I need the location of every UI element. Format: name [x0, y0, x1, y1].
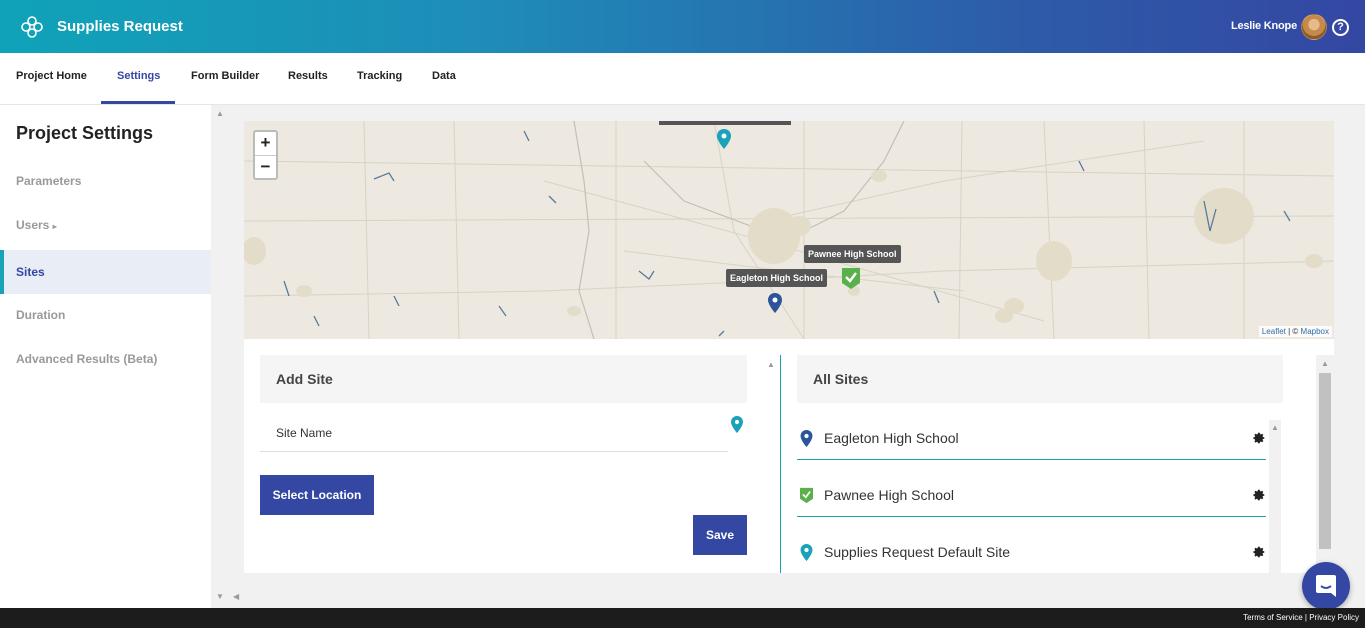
- tab-settings[interactable]: Settings: [117, 53, 160, 105]
- scroll-left-arrow-icon[interactable]: ◀: [233, 592, 239, 601]
- map-pin-icon[interactable]: [731, 416, 743, 433]
- chat-launcher-button[interactable]: [1302, 562, 1350, 610]
- sidebar-item-label: Duration: [16, 308, 66, 322]
- mapbox-link[interactable]: Mapbox: [1301, 327, 1329, 336]
- gear-icon[interactable]: [1252, 488, 1266, 502]
- select-location-button[interactable]: Select Location: [260, 475, 374, 515]
- tab-tracking[interactable]: Tracking: [357, 53, 402, 105]
- user-avatar[interactable]: [1301, 14, 1327, 40]
- add-site-card: Add Site Site Name Select Location Save: [260, 355, 747, 555]
- add-site-header: Add Site: [260, 355, 747, 403]
- settings-sidebar: Project Settings Parameters Users ▸ Site…: [0, 105, 211, 608]
- app-title[interactable]: Supplies Request: [57, 18, 183, 35]
- app-logo-icon[interactable]: [20, 15, 44, 39]
- gear-icon[interactable]: [1252, 431, 1266, 445]
- page-footer: Terms of Service | Privacy Policy: [0, 608, 1365, 628]
- expand-arrow-icon: ▸: [52, 222, 57, 231]
- sites-map[interactable]: + − Pawnee High School Eagleton High Sch…: [244, 121, 1334, 339]
- site-name: Eagleton High School: [824, 430, 959, 446]
- sidebar-item-label: Sites: [16, 265, 45, 279]
- site-name-label: Site Name: [276, 426, 333, 440]
- scroll-up-arrow-icon[interactable]: ▲: [1271, 423, 1279, 432]
- tab-form-builder[interactable]: Form Builder: [191, 53, 259, 105]
- scroll-up-arrow-icon[interactable]: ▲: [767, 360, 775, 369]
- sidebar-item-users[interactable]: Users ▸: [0, 203, 211, 247]
- tab-results[interactable]: Results: [288, 53, 328, 105]
- zoom-in-button[interactable]: +: [255, 132, 276, 155]
- site-name: Supplies Request Default Site: [824, 544, 1010, 560]
- sidebar-item-duration[interactable]: Duration: [0, 293, 211, 337]
- all-sites-scrollbar[interactable]: ▲: [1316, 355, 1334, 573]
- sites-panel: + − Pawnee High School Eagleton High Sch…: [244, 121, 1334, 573]
- map-attribution: Leaflet | © Mapbox: [1258, 326, 1332, 337]
- scroll-down-arrow-icon[interactable]: ▼: [216, 592, 224, 601]
- site-name: Pawnee High School: [824, 487, 954, 503]
- privacy-policy-link[interactable]: Privacy Policy: [1309, 613, 1359, 622]
- all-sites-card: All Sites Eagleton High School Pawnee Hi…: [797, 355, 1283, 561]
- scroll-up-arrow-icon[interactable]: ▲: [216, 109, 224, 118]
- map-label-pawnee: Pawnee High School: [804, 245, 901, 263]
- site-list-item[interactable]: Eagleton High School: [797, 419, 1266, 460]
- site-name-field[interactable]: Site Name: [260, 417, 728, 452]
- sidebar-item-advanced-results[interactable]: Advanced Results (Beta): [0, 337, 211, 381]
- check-shield-icon: [800, 487, 813, 504]
- map-zoom-control: + −: [253, 130, 278, 180]
- leaflet-link[interactable]: Leaflet: [1262, 327, 1286, 336]
- map-pin-icon: [800, 430, 813, 447]
- user-name[interactable]: Leslie Knope: [1231, 20, 1297, 32]
- site-list: Eagleton High School Pawnee High School …: [797, 417, 1266, 573]
- map-pin-icon[interactable]: [717, 129, 731, 149]
- tab-project-home[interactable]: Project Home: [16, 53, 87, 105]
- horizontal-scrollbar[interactable]: ◀: [229, 589, 1365, 608]
- check-shield-icon[interactable]: [842, 268, 860, 289]
- site-list-item[interactable]: Supplies Request Default Site: [797, 533, 1266, 573]
- site-list-item[interactable]: Pawnee High School: [797, 476, 1266, 517]
- terms-of-service-link[interactable]: Terms of Service: [1243, 613, 1303, 622]
- sidebar-title: Project Settings: [16, 123, 154, 143]
- sidebar-item-parameters[interactable]: Parameters: [0, 159, 211, 203]
- gear-icon[interactable]: [1252, 545, 1266, 559]
- sidebar-item-label: Advanced Results (Beta): [16, 352, 158, 366]
- scrollbar-thumb[interactable]: [1319, 373, 1331, 549]
- map-pin-icon[interactable]: [768, 293, 782, 313]
- main-content: + − Pawnee High School Eagleton High Sch…: [229, 105, 1365, 608]
- all-sites-header: All Sites: [797, 355, 1283, 403]
- zoom-out-button[interactable]: −: [255, 155, 276, 178]
- chat-bubble-icon: [1316, 575, 1336, 597]
- footer-links: Terms of Service | Privacy Policy: [1243, 613, 1359, 622]
- map-pin-icon: [800, 544, 813, 561]
- sidebar-item-label: Users: [16, 218, 50, 232]
- attribution-separator: | ©: [1285, 327, 1301, 336]
- active-tab-indicator: [101, 101, 175, 104]
- map-tiles: [244, 121, 1334, 339]
- top-navigation: Project Home Settings Form Builder Resul…: [0, 53, 1365, 105]
- tab-data[interactable]: Data: [432, 53, 456, 105]
- scroll-up-arrow-icon[interactable]: ▲: [1321, 359, 1329, 368]
- panel-divider: [780, 355, 781, 573]
- save-button[interactable]: Save: [693, 515, 747, 555]
- help-icon[interactable]: ?: [1332, 19, 1349, 36]
- map-label-eagleton: Eagleton High School: [726, 269, 828, 287]
- sidebar-item-label: Parameters: [16, 174, 82, 188]
- app-header: Supplies Request Leslie Knope ?: [0, 0, 1365, 53]
- sidebar-item-sites[interactable]: Sites: [0, 250, 211, 294]
- site-list-scrollbar[interactable]: ▲: [1269, 420, 1281, 573]
- sidebar-scrollbar[interactable]: ▲ ▼: [211, 105, 229, 608]
